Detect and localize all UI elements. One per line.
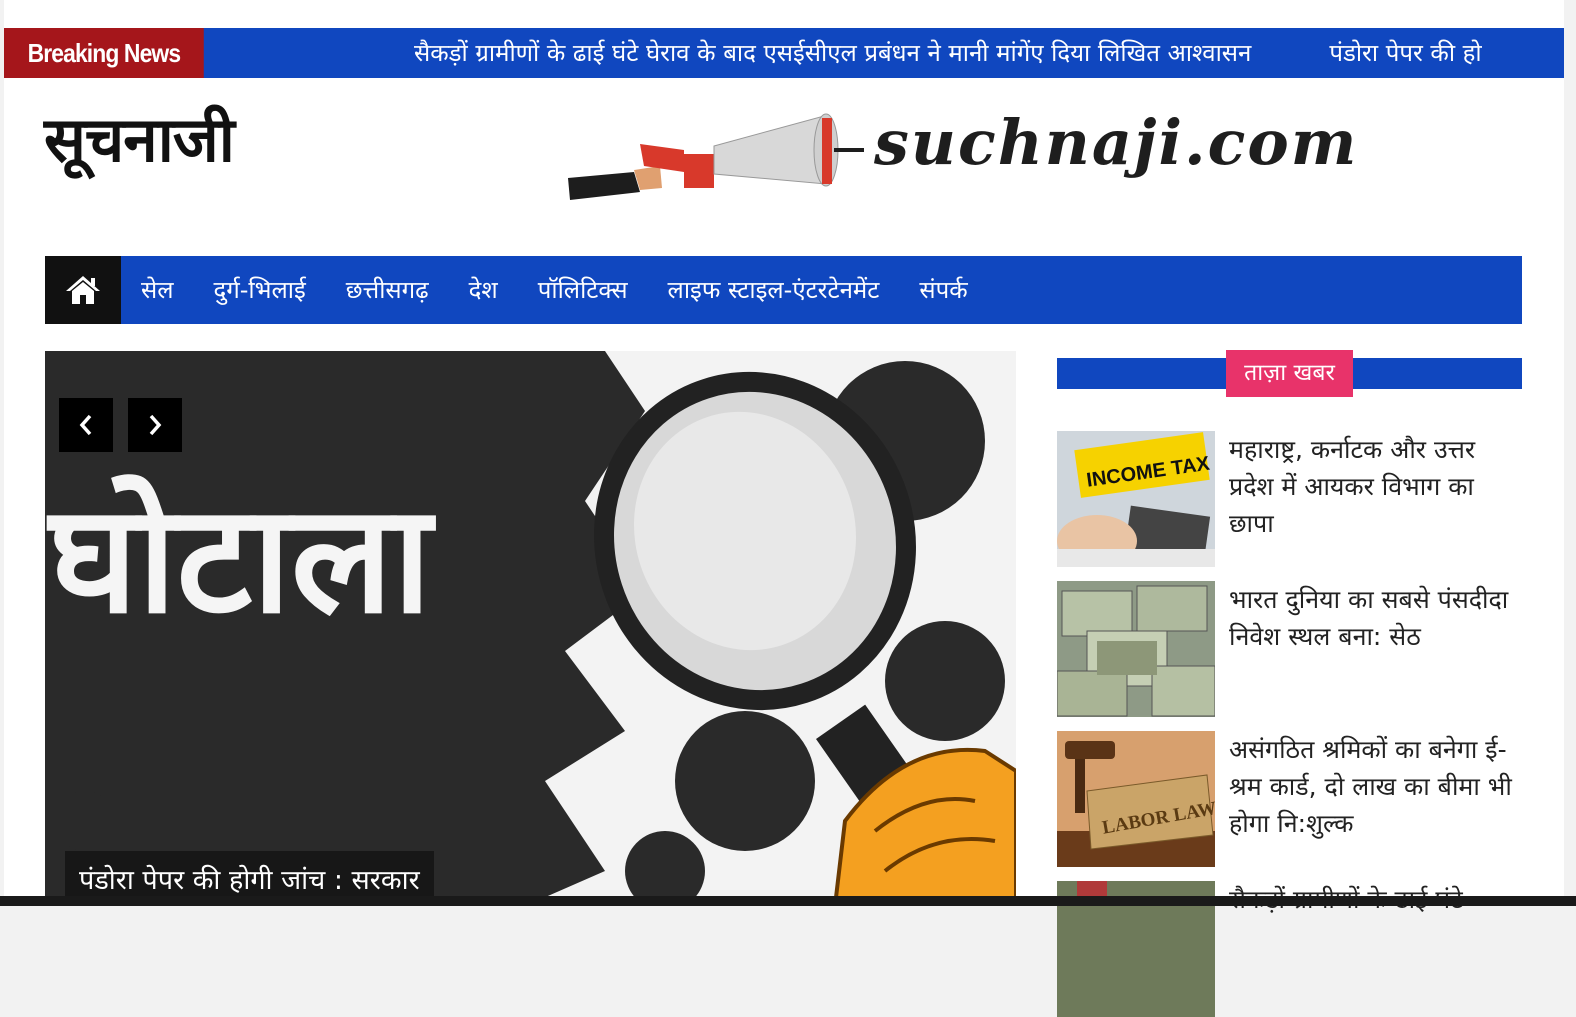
- ticker-track: सैकड़ों ग्रामीणों के ढाई घंटे घेराव के ब…: [414, 28, 1482, 78]
- news-title[interactable]: भारत दुनिया का सबसे पंसदीदा निवेश स्थल ब…: [1229, 581, 1519, 655]
- chevron-right-icon: [149, 414, 162, 436]
- nav-item-chhattisgarh[interactable]: छत्तीसगढ़: [346, 256, 429, 324]
- breaking-news-bar: Breaking News सैकड़ों ग्रामीणों के ढाई घ…: [4, 28, 1564, 78]
- page: Breaking News सैकड़ों ग्रामीणों के ढाई घ…: [4, 0, 1564, 1017]
- list-item[interactable]: INCOME TAX महाराष्ट्र, कर्नाटक और उत्तर …: [1057, 431, 1522, 567]
- nav-item-contact[interactable]: संपर्क: [919, 256, 967, 324]
- currency-stack-image: [1057, 581, 1215, 717]
- income-tax-image: INCOME TAX: [1057, 431, 1215, 567]
- slide-image: घोटाला: [45, 351, 1016, 906]
- labor-law-image: LABOR LAW: [1057, 731, 1215, 867]
- nav-item-desh[interactable]: देश: [469, 256, 498, 324]
- nav-item-politics[interactable]: पॉलिटिक्स: [538, 256, 628, 324]
- site-title[interactable]: सूचनाजी: [44, 96, 235, 180]
- ticker-item[interactable]: पंडोरा पेपर की होगी जांच : सरकार: [1329, 39, 1482, 67]
- slider-next-button[interactable]: [128, 398, 182, 452]
- nav-item-lifestyle[interactable]: लाइफ स्टाइल-एंटरटेनमेंट: [668, 256, 880, 324]
- nav-item-durg-bhilai[interactable]: दुर्ग-भिलाई: [214, 256, 306, 324]
- nav-items: सेल दुर्ग-भिलाई छत्तीसगढ़ देश पॉलिटिक्स …: [141, 256, 1008, 324]
- nav-item-sail[interactable]: सेल: [141, 256, 174, 324]
- list-item[interactable]: LABOR LAW असंगठित श्रमिकों का बनेगा ई-श्…: [1057, 731, 1522, 867]
- list-item[interactable]: भारत दुनिया का सबसे पंसदीदा निवेश स्थल ब…: [1057, 581, 1522, 717]
- logo-text: suchnaji.com: [874, 106, 1359, 179]
- megaphone-icon: [568, 113, 864, 200]
- news-title[interactable]: असंगठित श्रमिकों का बनेगा ई-श्रम कार्ड, …: [1229, 731, 1519, 842]
- slider-prev-button[interactable]: [59, 398, 113, 452]
- news-title[interactable]: महाराष्ट्र, कर्नाटक और उत्तर प्रदेश में …: [1229, 431, 1519, 542]
- nav-home-button[interactable]: [45, 256, 121, 324]
- sidebar-heading: ताज़ा खबर: [1226, 350, 1353, 397]
- news-thumbnail[interactable]: INCOME TAX: [1057, 431, 1215, 567]
- home-icon: [66, 276, 100, 304]
- ticker-item[interactable]: सैकड़ों ग्रामीणों के ढाई घंटे घेराव के ब…: [414, 39, 1251, 67]
- featured-slider[interactable]: घोटाला पंडोरा पेपर की होगी जांच : सरकार: [45, 351, 1016, 906]
- bottom-scroll-strip: [0, 896, 1576, 906]
- news-thumbnail[interactable]: [1057, 581, 1215, 717]
- breaking-news-label: Breaking News: [4, 28, 204, 78]
- main-nav: सेल दुर्ग-भिलाई छत्तीसगढ़ देश पॉलिटिक्स …: [45, 256, 1522, 324]
- slide-image-word: घोटाला: [46, 473, 437, 647]
- news-thumbnail[interactable]: LABOR LAW: [1057, 731, 1215, 867]
- chevron-left-icon: [79, 414, 92, 436]
- site-logo[interactable]: suchnaji.com: [564, 96, 1504, 208]
